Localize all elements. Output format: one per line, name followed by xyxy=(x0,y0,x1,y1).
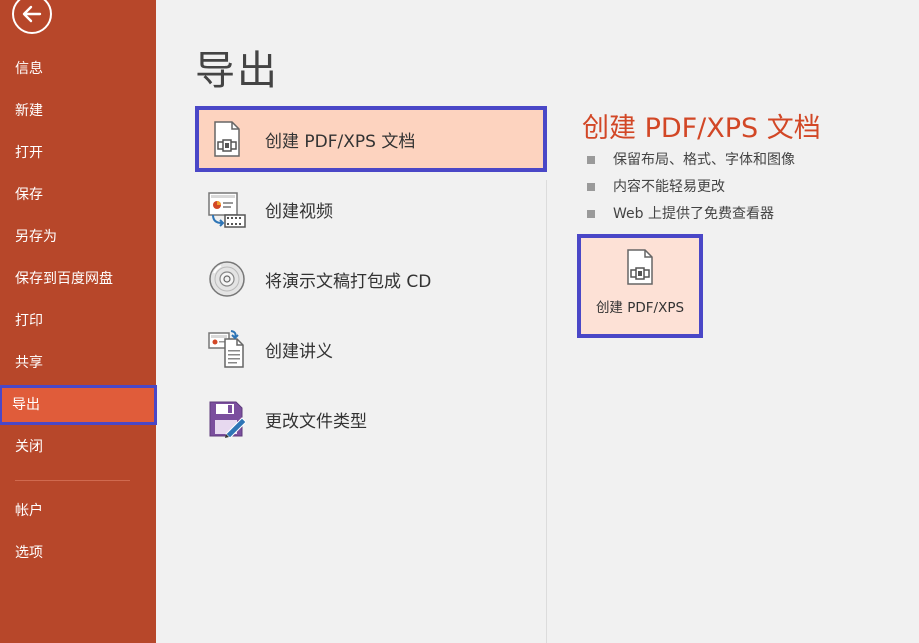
bullet-square-icon xyxy=(587,209,595,218)
back-arrow-icon xyxy=(22,5,42,23)
create-pdf-xps-button-label: 创建 PDF/XPS xyxy=(595,300,685,316)
back-button[interactable] xyxy=(12,0,52,34)
bullet-item: 保留布局、格式、字体和图像 xyxy=(587,146,795,173)
nav-item-account[interactable]: 帐户 xyxy=(0,492,156,530)
nav-item-save-to-baidu[interactable]: 保存到百度网盘 xyxy=(0,260,156,298)
bullet-text: Web 上提供了免费查看器 xyxy=(613,205,774,222)
pdf-document-icon xyxy=(625,248,655,290)
option-create-handouts[interactable]: 创建讲义 xyxy=(195,316,547,382)
option-label: 创建视频 xyxy=(265,201,333,222)
option-label: 更改文件类型 xyxy=(265,411,367,432)
column-divider xyxy=(546,180,547,643)
cd-icon xyxy=(207,259,247,299)
bullet-text: 内容不能轻易更改 xyxy=(613,178,725,195)
nav-item-open[interactable]: 打开 xyxy=(0,134,156,172)
option-label: 创建 PDF/XPS 文档 xyxy=(265,131,416,152)
video-icon xyxy=(207,189,247,229)
detail-bullet-list: 保留布局、格式、字体和图像 内容不能轻易更改 Web 上提供了免费查看器 xyxy=(587,146,795,227)
save-as-icon xyxy=(207,399,247,439)
option-package-cd[interactable]: 将演示文稿打包成 CD xyxy=(195,246,547,312)
nav-item-close[interactable]: 关闭 xyxy=(0,428,156,466)
nav-item-options[interactable]: 选项 xyxy=(0,534,156,572)
detail-title: 创建 PDF/XPS 文档 xyxy=(582,113,821,144)
nav-item-export[interactable]: 导出 xyxy=(0,385,157,425)
nav-item-save-as[interactable]: 另存为 xyxy=(0,218,156,256)
page-title: 导出 xyxy=(195,48,279,94)
nav-divider xyxy=(15,480,130,481)
nav-item-share[interactable]: 共享 xyxy=(0,344,156,382)
option-change-file-type[interactable]: 更改文件类型 xyxy=(195,386,547,452)
option-create-video[interactable]: 创建视频 xyxy=(195,176,547,242)
pdf-document-icon xyxy=(207,119,247,159)
bullet-square-icon xyxy=(587,182,595,191)
nav-item-info[interactable]: 信息 xyxy=(0,50,156,88)
nav-item-save[interactable]: 保存 xyxy=(0,176,156,214)
bullet-square-icon xyxy=(587,155,595,164)
nav-item-new[interactable]: 新建 xyxy=(0,92,156,130)
bullet-item: 内容不能轻易更改 xyxy=(587,173,795,200)
option-create-pdf-xps[interactable]: 创建 PDF/XPS 文档 xyxy=(195,106,547,172)
create-pdf-xps-button[interactable]: 创建 PDF/XPS xyxy=(577,234,703,338)
option-label: 创建讲义 xyxy=(265,341,333,362)
handout-icon xyxy=(207,329,247,369)
backstage-sidebar: 信息 新建 打开 保存 另存为 保存到百度网盘 打印 共享 导出 关闭 帐户 选… xyxy=(0,0,157,643)
option-label: 将演示文稿打包成 CD xyxy=(265,271,432,292)
bullet-text: 保留布局、格式、字体和图像 xyxy=(613,151,795,168)
bullet-item: Web 上提供了免费查看器 xyxy=(587,200,795,227)
nav-item-print[interactable]: 打印 xyxy=(0,302,156,340)
